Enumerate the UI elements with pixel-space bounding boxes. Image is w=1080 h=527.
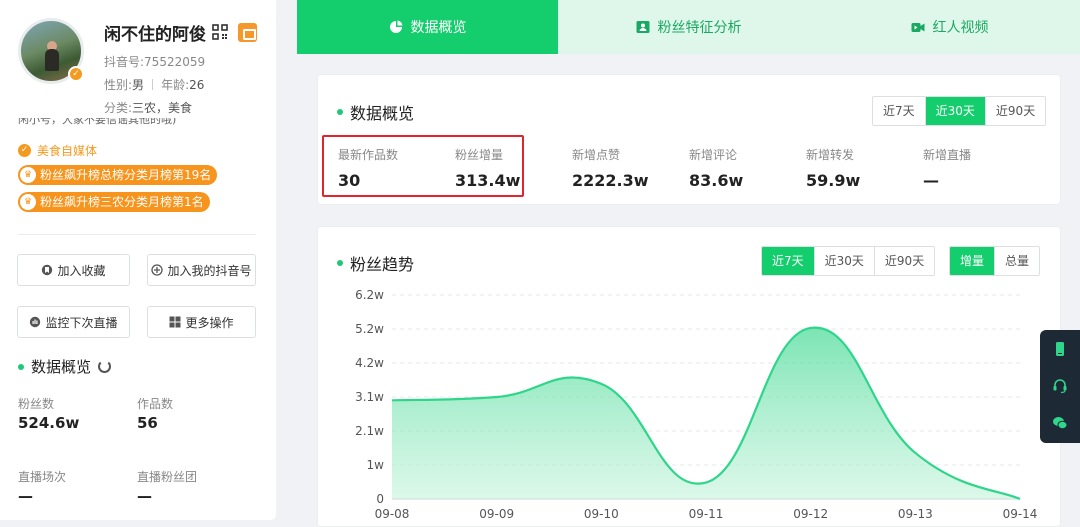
y-tick-label: 4.2w bbox=[355, 356, 384, 370]
fans-label: 粉丝数 bbox=[18, 397, 55, 411]
check-icon: ✓ bbox=[18, 144, 31, 157]
bio-text: 闲小号，大家不要信谣其他的哦) bbox=[18, 118, 177, 126]
profile-name: 闲不住的阿俊 bbox=[104, 25, 206, 45]
qr-code-icon[interactable] bbox=[212, 24, 228, 40]
series-area bbox=[392, 327, 1020, 499]
mode-increment[interactable]: 增量 bbox=[950, 247, 995, 275]
trend-title: 粉丝趋势 bbox=[337, 251, 414, 275]
more-actions-button[interactable]: 更多操作 bbox=[147, 306, 256, 338]
trend-range-30d[interactable]: 近30天 bbox=[813, 247, 874, 275]
crown-icon: ♛ bbox=[20, 194, 36, 210]
y-tick-label: 0 bbox=[376, 492, 384, 506]
trend-mode-selector: 增量 总量 bbox=[949, 246, 1041, 276]
id-card-icon bbox=[636, 21, 649, 33]
tag-badge: ✓ 美食自媒体 bbox=[18, 142, 97, 159]
shop-icon[interactable] bbox=[238, 23, 257, 42]
rank-badge: ♛ 粉丝飙升榜三农分类月榜第1名 bbox=[18, 192, 210, 212]
works-value: 56 bbox=[137, 414, 158, 432]
fan-group-value: — bbox=[137, 487, 152, 505]
trend-range-selector: 近7天 近30天 近90天 bbox=[761, 246, 936, 276]
left-overview-title: 数据概览 bbox=[18, 356, 112, 377]
trend-range-7d[interactable]: 近7天 bbox=[762, 247, 814, 275]
mode-total[interactable]: 总量 bbox=[994, 247, 1040, 275]
crown-icon: ♛ bbox=[20, 167, 36, 183]
pie-chart-icon bbox=[389, 20, 402, 33]
y-tick-label: 1w bbox=[367, 458, 385, 472]
gender-age: 性别:男 年龄:26 bbox=[104, 78, 205, 92]
stat-new-comments: 新增评论 83.6w bbox=[689, 148, 744, 190]
phone-icon[interactable] bbox=[1052, 341, 1068, 357]
highlight-box bbox=[322, 135, 524, 197]
grid-icon bbox=[169, 316, 181, 328]
stat-new-likes: 新增点赞 2222.3w bbox=[572, 148, 649, 190]
range-90d[interactable]: 近90天 bbox=[984, 97, 1046, 125]
video-icon bbox=[911, 23, 924, 32]
refresh-icon[interactable] bbox=[98, 360, 112, 373]
live-value: — bbox=[18, 487, 33, 505]
floating-toolbar bbox=[1040, 330, 1080, 443]
y-tick-label: 5.2w bbox=[355, 322, 384, 336]
fan-group-label: 直播粉丝团 bbox=[137, 470, 198, 484]
y-tick-label: 2.1w bbox=[355, 424, 384, 438]
avatar[interactable]: ✓ bbox=[18, 18, 84, 84]
add-douyin-button[interactable]: 加入我的抖音号 bbox=[147, 254, 256, 286]
works-label: 作品数 bbox=[137, 397, 174, 411]
plus-circle-icon bbox=[151, 264, 164, 276]
stat-new-lives: 新增直播 — bbox=[923, 148, 972, 190]
trend-range-90d[interactable]: 近90天 bbox=[873, 247, 935, 275]
rank-badge: ♛ 粉丝飙升榜总榜分类月榜第19名 bbox=[18, 165, 218, 185]
verified-icon: ✓ bbox=[68, 66, 84, 82]
y-tick-label: 6.2w bbox=[355, 288, 384, 302]
stat-new-shares: 新增转发 59.9w bbox=[806, 148, 861, 190]
x-tick-label: 09-08 bbox=[375, 507, 410, 521]
x-tick-label: 09-13 bbox=[898, 507, 933, 521]
divider bbox=[18, 234, 256, 235]
fans-trend-chart: 0 1w 2.1w 3.1w 4.2w 5.2w 6.2w 09-08 09-09 09-10 09… bbox=[355, 288, 1038, 521]
tab-fan-analysis[interactable]: 粉丝特征分析 bbox=[558, 0, 819, 54]
wechat-icon[interactable] bbox=[1052, 415, 1068, 431]
bookmark-icon bbox=[42, 264, 53, 276]
x-tick-label: 09-11 bbox=[689, 507, 724, 521]
overview-range-selector: 近7天 近30天 近90天 bbox=[872, 96, 1047, 126]
main-tabs: 数据概览 粉丝特征分析 红人视频 bbox=[297, 0, 1080, 54]
profile-panel: ✓ 闲不住的阿俊 抖音号:75522059 性别:男 年龄:26 分类:三农，美食… bbox=[0, 0, 276, 520]
live-label: 直播场次 bbox=[18, 470, 67, 484]
range-7d[interactable]: 近7天 bbox=[873, 97, 925, 125]
customer-service-icon[interactable] bbox=[1052, 378, 1068, 394]
range-30d[interactable]: 近30天 bbox=[924, 97, 985, 125]
tab-videos[interactable]: 红人视频 bbox=[819, 0, 1080, 54]
x-tick-label: 09-09 bbox=[479, 507, 514, 521]
fans-value: 524.6w bbox=[18, 414, 80, 432]
live-icon bbox=[30, 316, 41, 328]
tab-overview[interactable]: 数据概览 bbox=[297, 0, 558, 54]
douyin-id: 抖音号:75522059 bbox=[104, 55, 206, 69]
favorite-button[interactable]: 加入收藏 bbox=[17, 254, 130, 286]
overview-title: 数据概览 bbox=[337, 100, 414, 124]
x-tick-label: 09-14 bbox=[1003, 507, 1038, 521]
category: 分类:三农，美食 bbox=[104, 101, 193, 115]
y-tick-label: 3.1w bbox=[355, 390, 384, 404]
x-tick-label: 09-12 bbox=[793, 507, 828, 521]
x-tick-label: 09-10 bbox=[584, 507, 619, 521]
monitor-live-button[interactable]: 监控下次直播 bbox=[17, 306, 130, 338]
